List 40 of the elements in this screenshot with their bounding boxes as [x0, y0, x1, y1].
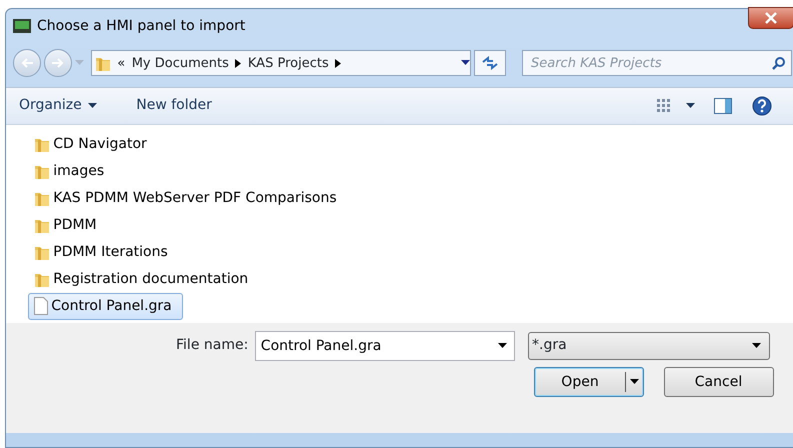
dropdown-caret-icon[interactable]: [460, 60, 470, 66]
help-icon[interactable]: [752, 96, 772, 116]
caret-icon: [630, 379, 639, 386]
preview-pane-icon[interactable]: [714, 98, 732, 114]
folder-item[interactable]: PDMM Iterations: [28, 238, 175, 266]
app-icon: [12, 19, 30, 33]
file-name-field[interactable]: Control Panel.gra: [254, 330, 515, 361]
address-bar[interactable]: « My Documents KAS Projects: [90, 50, 470, 76]
folder-item[interactable]: PDMM: [28, 212, 104, 239]
close-icon: [764, 12, 778, 24]
search-field[interactable]: Search KAS Projects: [522, 50, 792, 76]
organize-menu[interactable]: Organize: [19, 95, 98, 116]
cancel-button[interactable]: Cancel: [664, 367, 774, 398]
window-title: Choose a HMI panel to import: [37, 16, 246, 36]
document-icon: [34, 297, 48, 316]
folder-item[interactable]: KAS PDMM WebServer PDF Comparisons: [28, 184, 344, 212]
caret-icon: [752, 342, 761, 349]
close-button[interactable]: [748, 7, 793, 29]
open-button[interactable]: Open: [534, 367, 644, 398]
folder-item[interactable]: Registration documentation: [28, 266, 256, 293]
chevron-icon[interactable]: [235, 58, 242, 68]
folder-item[interactable]: CD Navigator: [28, 130, 154, 158]
caret-icon: [88, 102, 98, 109]
field-label: File name:: [176, 336, 248, 356]
new-folder-button[interactable]: New folder: [136, 95, 212, 116]
dropdown-caret-icon[interactable]: [498, 342, 507, 349]
chevron-icon[interactable]: [335, 58, 342, 68]
back-arrow-icon: [20, 57, 34, 70]
breadcrumb[interactable]: KAS Projects: [248, 54, 329, 73]
refresh-button[interactable]: [474, 50, 506, 76]
file-type-dropdown[interactable]: *.gra: [528, 332, 770, 360]
dropdown-caret-icon[interactable]: [686, 102, 694, 109]
forward-arrow-icon: [50, 57, 65, 70]
refresh-icon: [480, 56, 499, 70]
view-options-icon[interactable]: [656, 98, 672, 113]
file-item[interactable]: Control Panel.gra: [28, 292, 183, 320]
overflow-chevron[interactable]: «: [117, 54, 126, 73]
search-icon[interactable]: [772, 56, 786, 70]
breadcrumb[interactable]: My Documents: [132, 54, 229, 73]
folder-item[interactable]: images: [28, 158, 112, 185]
